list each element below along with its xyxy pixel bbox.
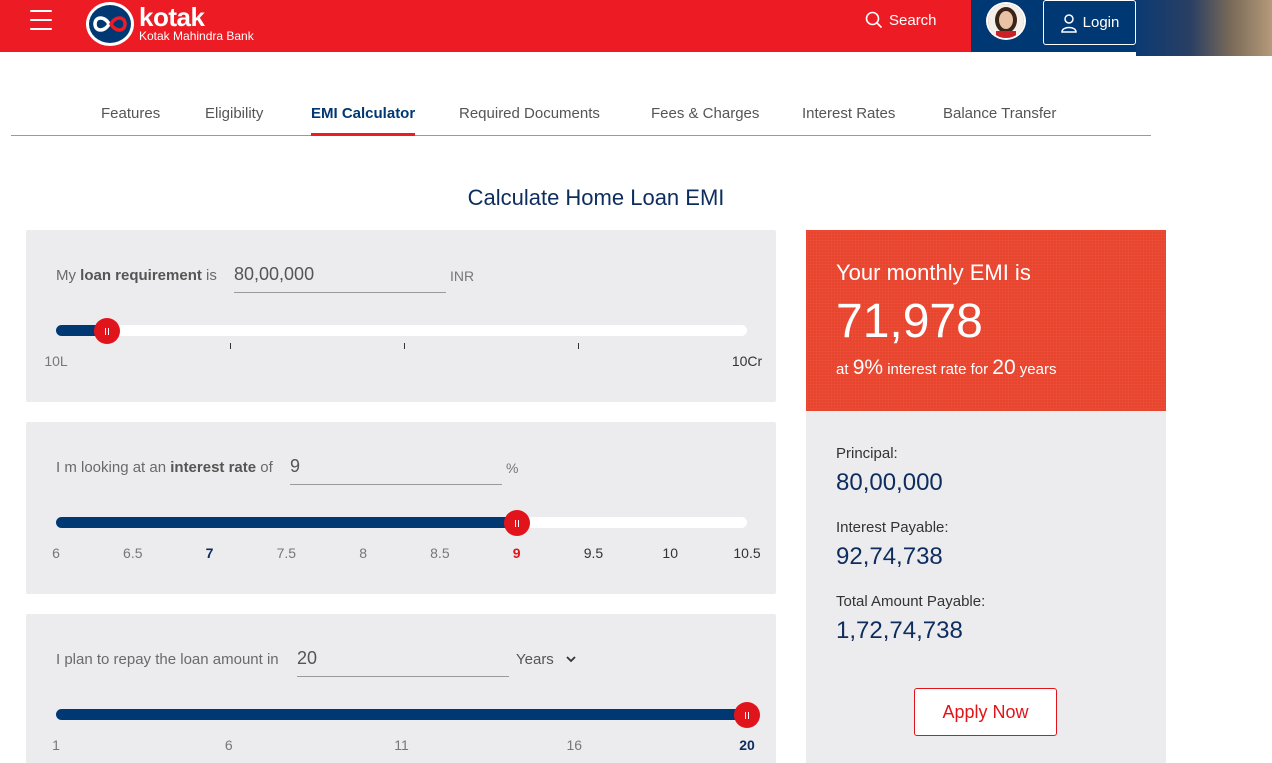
slider-tick-label: 7 [205,545,214,561]
assistant-avatar[interactable] [986,2,1026,40]
header-banner-image [1136,0,1272,56]
slider-tick-label: 10 [662,545,679,561]
total-payable-value: 1,72,74,738 [836,617,963,644]
tenure-label: I plan to repay the loan amount in [56,651,279,668]
loan-amount-slider-handle[interactable] [94,318,120,344]
interest-rate-unit: % [506,460,519,476]
search-label: Search [889,11,937,29]
loan-amount-input[interactable]: 80,00,000 [234,259,446,293]
slider-tick-label: 8 [359,545,368,561]
principal-label: Principal: [836,445,898,462]
slider-tick-label: 9 [512,545,521,561]
slider-tick-label: 20 [739,737,755,753]
slider-tick-label: 10.5 [733,545,761,561]
interest-rate-slider[interactable] [56,510,747,536]
slider-tick-label: 1 [52,737,60,753]
tenure-slider-handle[interactable] [734,702,760,728]
logo-subtitle: Kotak Mahindra Bank [139,29,254,43]
loan-min-label: 10L [44,353,68,369]
tab-balance-transfer[interactable]: Balance Transfer [943,105,1056,122]
interest-rate-slider-fill [56,517,517,528]
login-label: Login [1082,14,1120,31]
tab-eligibility[interactable]: Eligibility [205,105,263,122]
menu-icon[interactable] [30,10,52,32]
tenure-panel: I plan to repay the loan amount in 20 Ye… [26,614,776,763]
tab-features[interactable]: Features [101,105,160,122]
tenure-slider[interactable] [56,702,760,728]
login-button[interactable]: Login [1043,0,1136,45]
chevron-down-icon [566,656,576,663]
page-title: Calculate Home Loan EMI [467,185,725,210]
search-icon [865,11,883,29]
interest-rate-panel: I m looking at an interest rate of 9 % 6… [26,422,776,594]
slider-tick-label: 6 [224,737,233,753]
slider-tick-label: 7.5 [276,545,297,561]
loan-amount-panel: My loan requirement is 80,00,000 INR 10L… [26,230,776,402]
loan-amount-label: My loan requirement is [56,267,217,284]
apply-now-button[interactable]: Apply Now [914,688,1057,736]
section-tabs: Features Eligibility EMI Calculator Requ… [11,95,1151,136]
total-payable-label: Total Amount Payable: [836,593,986,610]
slider-tick-label: 6 [52,545,60,561]
interest-rate-slider-handle[interactable] [504,510,530,536]
search-button[interactable]: Search [865,11,937,29]
interest-rate-label: I m looking at an interest rate of [56,459,273,476]
interest-payable-label: Interest Payable: [836,519,949,536]
slider-tick-label: 9.5 [583,545,604,561]
slider-tick [578,343,579,349]
kotak-logo-icon [86,2,134,46]
tab-fees-charges[interactable]: Fees & Charges [651,105,759,122]
loan-amount-unit: INR [450,268,475,284]
slider-tick [404,343,405,349]
principal-value: 80,00,000 [836,469,943,496]
slider-tick [230,343,231,349]
slider-tick-label: 11 [394,737,409,753]
slider-tick-label: 16 [566,737,583,753]
tenure-unit-select[interactable]: Years [516,651,576,668]
tab-required-documents[interactable]: Required Documents [459,105,600,122]
active-tab-indicator [311,133,415,136]
emi-breakdown-card: Principal: 80,00,000 Interest Payable: 9… [806,411,1166,763]
tenure-slider-fill [56,709,747,720]
tab-emi-calculator[interactable]: EMI Calculator [311,105,415,122]
emi-result-heading: Your monthly EMI is [836,260,1031,285]
tenure-input[interactable]: 20 [297,643,509,677]
slider-tick-label: 8.5 [430,545,450,561]
interest-rate-input[interactable]: 9 [290,451,502,485]
emi-amount: 71,978 [836,295,983,348]
loan-amount-slider[interactable] [56,318,747,344]
tab-interest-rates[interactable]: Interest Rates [802,105,895,122]
interest-payable-value: 92,74,738 [836,543,943,570]
kotak-logo[interactable]: kotak Kotak Mahindra Bank [86,2,254,46]
logo-name: kotak [139,2,205,32]
emi-result-card: Your monthly EMI is 71,978 at 9% interes… [806,230,1166,411]
tenure-unit-value: Years [516,651,554,668]
loan-max-label: 10Cr [731,353,763,369]
slider-tick-label: 6.5 [123,545,143,561]
emi-result-summary: at 9% interest rate for 20 years [836,356,1057,379]
user-icon [1060,13,1077,33]
